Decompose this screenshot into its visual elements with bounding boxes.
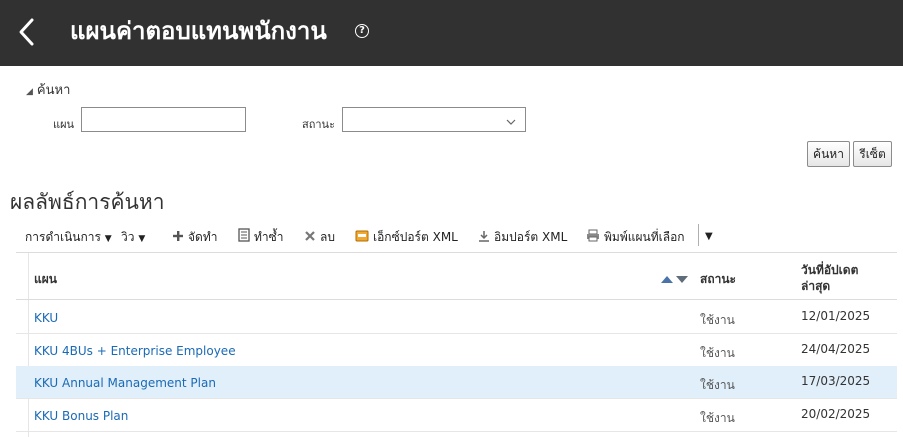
import-xml-label: อิมปอร์ต XML: [494, 230, 568, 244]
export-xml-button[interactable]: เอ็กซ์ปอร์ต XML: [355, 228, 458, 247]
date-cell: 12/01/2025: [801, 309, 871, 323]
print-selected-button[interactable]: พิมพ์แผนที่เลือก: [586, 228, 685, 247]
status-cell: ใช้งาน: [700, 346, 735, 360]
export-icon: [355, 229, 369, 247]
help-icon[interactable]: ?: [355, 24, 369, 38]
search-toggle-label: ค้นหา: [36, 83, 71, 98]
delete-button[interactable]: ลบ: [304, 228, 335, 247]
actions-menu[interactable]: การดำเนินการ ▼: [25, 228, 112, 248]
reset-button[interactable]: รีเซ็ต: [853, 141, 892, 167]
column-header-plan[interactable]: แผน: [34, 270, 57, 289]
back-icon[interactable]: [14, 14, 42, 50]
delete-label: ลบ: [320, 230, 335, 244]
table-row[interactable]: KKU 4BUs + Enterprise Employee ใช้งาน 24…: [16, 334, 897, 367]
print-selected-label: พิมพ์แผนที่เลือก: [604, 230, 685, 244]
column-header-updated[interactable]: วันที่อัปเดต ล่าสุด: [801, 262, 858, 294]
printer-icon: [586, 229, 600, 247]
manage-label: จัดทำ: [188, 230, 218, 244]
status-cell: ใช้งาน: [700, 378, 735, 392]
table-header-row: แผน สถานะ วันที่อัปเดต ล่าสุด: [16, 252, 897, 300]
overflow-menu-icon[interactable]: ▼: [705, 228, 713, 246]
table-row[interactable]: KKU Bonus Plan ใช้งาน 20/02/2025: [16, 399, 897, 432]
chevron-down-icon: [505, 113, 517, 125]
plan-input[interactable]: [81, 107, 246, 132]
plus-icon: [172, 229, 184, 247]
page-title: แผนค่าตอบแทนพนักงาน: [70, 17, 327, 45]
date-cell: 24/04/2025: [801, 342, 871, 356]
delete-x-icon: [304, 229, 316, 247]
status-cell: ใช้งาน: [700, 411, 735, 425]
export-xml-label: เอ็กซ์ปอร์ต XML: [373, 230, 458, 244]
plan-link[interactable]: KKU: [34, 311, 58, 325]
copy-icon: [238, 228, 250, 247]
collapse-triangle-icon: ◢: [26, 87, 33, 97]
date-cell: 17/03/2025: [801, 374, 871, 388]
plan-link[interactable]: KKU Bonus Plan: [34, 409, 128, 423]
toolbar-divider: [698, 224, 699, 246]
view-menu[interactable]: วิว ▼: [121, 228, 145, 248]
search-button[interactable]: ค้นหา: [807, 141, 850, 167]
sort-icon[interactable]: [660, 270, 690, 283]
page-header: แผนค่าตอบแทนพนักงาน ?: [0, 0, 903, 66]
results-toolbar: การดำเนินการ ▼ วิว ▼ จัดทำ ทำซ้ำ ลบ เอ็ก…: [0, 222, 903, 252]
status-cell: ใช้งาน: [700, 313, 735, 327]
caret-down-icon: ▼: [138, 234, 146, 244]
results-title: ผลลัพธ์การค้นหา: [10, 190, 165, 214]
duplicate-label: ทำซ้ำ: [254, 230, 284, 244]
column-header-status[interactable]: สถานะ: [700, 270, 736, 289]
import-icon: [478, 229, 490, 247]
plan-link[interactable]: KKU Annual Management Plan: [34, 376, 216, 390]
date-cell: 20/02/2025: [801, 407, 871, 421]
status-label: สถานะ: [302, 118, 335, 131]
actions-menu-label: การดำเนินการ: [25, 230, 101, 244]
plan-link[interactable]: KKU 4BUs + Enterprise Employee: [34, 344, 236, 358]
view-menu-label: วิว: [121, 230, 135, 244]
caret-down-icon: ▼: [104, 234, 112, 244]
column-header-updated-line1: วันที่อัปเดต: [801, 263, 859, 277]
column-header-updated-line2: ล่าสุด: [801, 279, 831, 293]
import-xml-button[interactable]: อิมปอร์ต XML: [478, 228, 567, 247]
duplicate-button[interactable]: ทำซ้ำ: [238, 228, 284, 247]
table-row[interactable]: KKU Annual Management Plan ใช้งาน 17/03/…: [16, 366, 897, 399]
plan-label: แผน: [53, 118, 75, 131]
search-toggle[interactable]: ◢ ค้นหา: [26, 79, 70, 100]
status-select[interactable]: [342, 107, 526, 132]
manage-button[interactable]: จัดทำ: [172, 228, 217, 247]
table-row[interactable]: KKU ใช้งาน 12/01/2025: [16, 301, 897, 334]
